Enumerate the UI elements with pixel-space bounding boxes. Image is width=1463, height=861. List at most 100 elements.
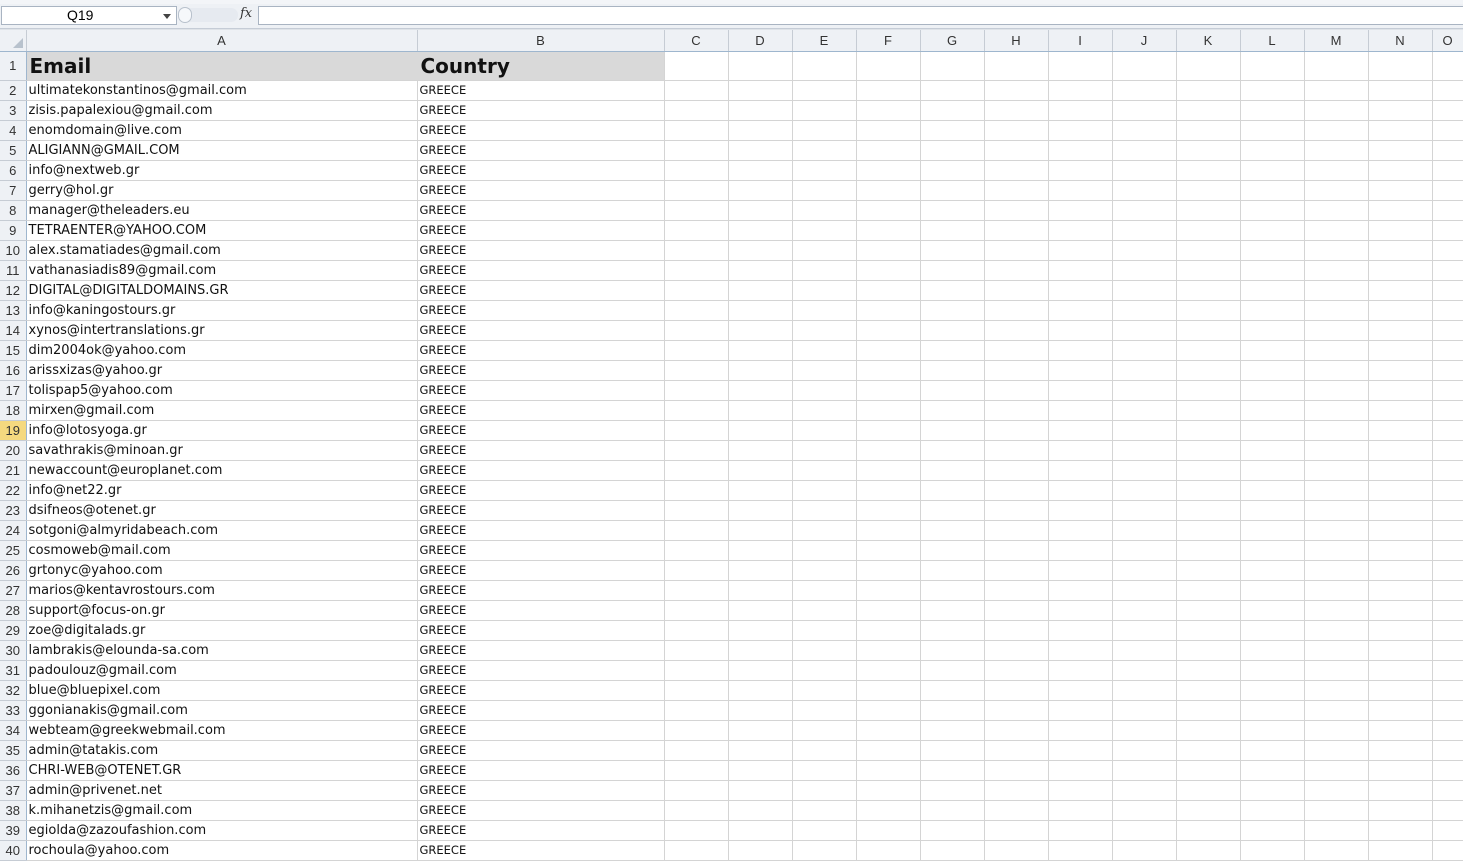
cell-i[interactable]: [1048, 820, 1113, 841]
cell-e[interactable]: [792, 120, 857, 141]
cell-m[interactable]: [1304, 760, 1369, 781]
row-header[interactable]: 15: [0, 340, 27, 361]
cell-j[interactable]: [1112, 220, 1177, 241]
cell-j[interactable]: [1112, 600, 1177, 621]
cell-h[interactable]: [984, 380, 1049, 401]
cell-i[interactable]: [1048, 840, 1113, 861]
cell-m[interactable]: [1304, 680, 1369, 701]
cell-e[interactable]: [792, 320, 857, 341]
cell-k[interactable]: [1176, 640, 1241, 661]
cell-h[interactable]: [984, 180, 1049, 201]
cell-c[interactable]: [664, 620, 729, 641]
cell-f[interactable]: [856, 340, 921, 361]
email-cell[interactable]: ggonianakis@gmail.com: [26, 700, 418, 721]
cell-h[interactable]: [984, 220, 1049, 241]
cell-l[interactable]: [1240, 280, 1305, 301]
cell-m[interactable]: [1304, 80, 1369, 101]
cell-l[interactable]: [1240, 120, 1305, 141]
cell-o[interactable]: [1432, 740, 1463, 761]
cell-j[interactable]: [1112, 200, 1177, 221]
cell-e[interactable]: [792, 340, 857, 361]
cell-k[interactable]: [1176, 380, 1241, 401]
cell-c[interactable]: [664, 540, 729, 561]
cell-k[interactable]: [1176, 220, 1241, 241]
cell-m[interactable]: [1304, 480, 1369, 501]
email-cell[interactable]: admin@privenet.net: [26, 780, 418, 801]
cell-d[interactable]: [728, 600, 793, 621]
cell-k[interactable]: [1176, 660, 1241, 681]
country-cell[interactable]: GREECE: [417, 700, 665, 721]
cell-k[interactable]: [1176, 200, 1241, 221]
cell-o[interactable]: [1432, 220, 1463, 241]
cell-j[interactable]: [1112, 680, 1177, 701]
email-cell[interactable]: dsifneos@otenet.gr: [26, 500, 418, 521]
cell-n[interactable]: [1368, 720, 1433, 741]
cell-h[interactable]: [984, 560, 1049, 581]
cell-k[interactable]: [1176, 840, 1241, 861]
cell-d[interactable]: [728, 660, 793, 681]
cell-d[interactable]: [728, 51, 793, 81]
cell-l[interactable]: [1240, 540, 1305, 561]
email-cell[interactable]: zisis.papalexiou@gmail.com: [26, 100, 418, 121]
cell-l[interactable]: [1240, 400, 1305, 421]
cell-m[interactable]: [1304, 660, 1369, 681]
cell-n[interactable]: [1368, 820, 1433, 841]
cell-m[interactable]: [1304, 320, 1369, 341]
cell-e[interactable]: [792, 51, 857, 81]
cell-i[interactable]: [1048, 520, 1113, 541]
cell-j[interactable]: [1112, 620, 1177, 641]
row-header[interactable]: 34: [0, 720, 27, 741]
cell-d[interactable]: [728, 580, 793, 601]
cell-g[interactable]: [920, 480, 985, 501]
column-header-i[interactable]: I: [1048, 30, 1113, 52]
row-header[interactable]: 38: [0, 800, 27, 821]
cell-h[interactable]: [984, 800, 1049, 821]
country-cell[interactable]: GREECE: [417, 800, 665, 821]
row-header[interactable]: 36: [0, 760, 27, 781]
column-header-a[interactable]: A: [26, 30, 418, 52]
cell-c[interactable]: [664, 840, 729, 861]
cell-c[interactable]: [664, 660, 729, 681]
email-cell[interactable]: sotgoni@almyridabeach.com: [26, 520, 418, 541]
cell-m[interactable]: [1304, 400, 1369, 421]
cell-e[interactable]: [792, 700, 857, 721]
cell-l[interactable]: [1240, 220, 1305, 241]
country-cell[interactable]: GREECE: [417, 260, 665, 281]
cell-n[interactable]: [1368, 560, 1433, 581]
cell-g[interactable]: [920, 140, 985, 161]
cell-o[interactable]: [1432, 140, 1463, 161]
cell-h[interactable]: [984, 500, 1049, 521]
name-box-value[interactable]: Q19: [67, 7, 93, 24]
email-cell[interactable]: newaccount@europlanet.com: [26, 460, 418, 481]
cell-o[interactable]: [1432, 160, 1463, 181]
cell-d[interactable]: [728, 320, 793, 341]
email-cell[interactable]: cosmoweb@mail.com: [26, 540, 418, 561]
cell-g[interactable]: [920, 680, 985, 701]
cell-f[interactable]: [856, 780, 921, 801]
cell-e[interactable]: [792, 760, 857, 781]
email-cell[interactable]: lambrakis@elounda-sa.com: [26, 640, 418, 661]
cell-n[interactable]: [1368, 360, 1433, 381]
email-cell[interactable]: marios@kentavrostours.com: [26, 580, 418, 601]
cell-f[interactable]: [856, 200, 921, 221]
cell-m[interactable]: [1304, 280, 1369, 301]
row-header[interactable]: 30: [0, 640, 27, 661]
cell-e[interactable]: [792, 560, 857, 581]
cell-i[interactable]: [1048, 720, 1113, 741]
cell-o[interactable]: [1432, 240, 1463, 261]
cell-f[interactable]: [856, 520, 921, 541]
cell-j[interactable]: [1112, 840, 1177, 861]
cell-g[interactable]: [920, 780, 985, 801]
cell-i[interactable]: [1048, 380, 1113, 401]
cell-f[interactable]: [856, 820, 921, 841]
cell-n[interactable]: [1368, 480, 1433, 501]
country-cell[interactable]: GREECE: [417, 160, 665, 181]
cell-j[interactable]: [1112, 400, 1177, 421]
cell-c[interactable]: [664, 300, 729, 321]
cell-g[interactable]: [920, 420, 985, 441]
cell-k[interactable]: [1176, 600, 1241, 621]
cell-l[interactable]: [1240, 80, 1305, 101]
country-cell[interactable]: GREECE: [417, 140, 665, 161]
cell-m[interactable]: [1304, 200, 1369, 221]
cell-e[interactable]: [792, 660, 857, 681]
